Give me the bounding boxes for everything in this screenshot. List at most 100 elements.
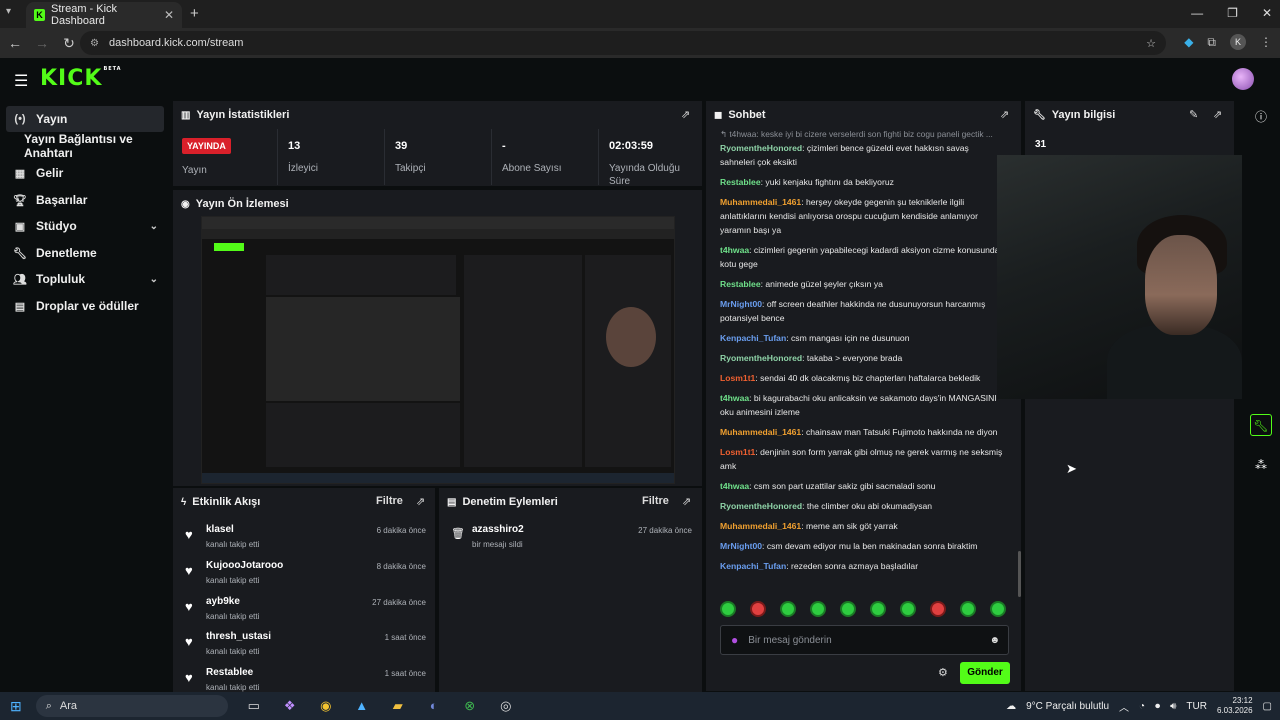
hamburger-menu-icon[interactable]: ☰ (14, 71, 28, 91)
activity-filter-button[interactable]: Filtre (376, 495, 403, 507)
popout-icon[interactable]: ⇗ (416, 495, 425, 508)
popout-icon[interactable]: ⇗ (682, 495, 691, 508)
reload-icon[interactable]: ↻ (57, 35, 81, 52)
bolt-icon: ϟ (181, 496, 187, 508)
chat-message: Muhammedali_1461: herşey okeyde gegenin … (720, 197, 978, 235)
heart-icon: ♥ (185, 563, 193, 578)
emote-icon[interactable] (990, 601, 1006, 617)
search-icon: ⌕ (45, 699, 52, 712)
webcam-person-face (1145, 235, 1217, 335)
sidebar-item-stream-key[interactable]: Yayın Bağlantısı ve Anahtarı (6, 132, 172, 160)
language-indicator[interactable]: TUR (1186, 701, 1207, 712)
sidebar-item-topluluk[interactable]: 👥︎ Topluluk ⌄ (6, 266, 164, 292)
user-avatar[interactable] (1232, 68, 1254, 90)
chat-message: MrNight00: csm devam ediyor mu la ben ma… (720, 541, 978, 551)
emote-icon[interactable] (870, 601, 886, 617)
sidebar-item-gelir[interactable]: ▦ Gelir (6, 160, 164, 186)
profile-avatar[interactable]: K (1230, 34, 1246, 50)
kick-logo[interactable]: KICKBETA (40, 66, 122, 91)
sidebar-item-label: Droplar ve ödüller (36, 299, 139, 313)
volume-icon[interactable]: 🔊︎ (1170, 701, 1176, 712)
heart-icon: ♥ (185, 599, 193, 614)
stat-uptime: 02:03:59 Yayında Olduğu Süre (598, 129, 702, 187)
send-button[interactable]: Gönder (960, 662, 1010, 684)
emote-icon[interactable] (930, 601, 946, 617)
url-input[interactable]: ⚙ dashboard.kick.com/stream ☆ (80, 31, 1166, 55)
chat-panel: ◼ Sohbet ⇗ ↰ t4hwaa: keske iyi bi cizere… (706, 101, 1021, 691)
stream-preview-video[interactable] (201, 216, 675, 484)
popout-icon[interactable]: ⇗ (1213, 108, 1222, 121)
emote-icon[interactable] (720, 601, 736, 617)
discord-icon[interactable]: ◐ (424, 698, 444, 714)
taskbar-apps: ▭ ❖ ◉ ▲ ▰ ◐ ⊗ ◎ (244, 698, 516, 714)
taskbar-search-input[interactable]: ⌕ Ara (35, 695, 228, 717)
info-panel-title: 🔧︎ Yayın bilgisi (1033, 109, 1116, 121)
stat-viewers: 13 İzleyici (277, 129, 384, 185)
reply-icon: ↰ (720, 129, 730, 139)
microphone-icon[interactable]: ● (731, 633, 738, 647)
copilot-icon[interactable]: ❖ (280, 698, 300, 714)
extension-icon[interactable]: ◆ (1184, 35, 1193, 49)
emoji-icon[interactable]: ☻ (989, 635, 1000, 646)
tray-chevron-icon[interactable]: ︿ (1119, 699, 1129, 714)
back-icon[interactable]: ← (3, 35, 27, 51)
share-icon[interactable]: ⁂ (1250, 454, 1272, 476)
taskbar-clock[interactable]: 23:12 6.03.2026 (1217, 696, 1253, 716)
browser-toolbar: ◆ ⧉ K ⋮ (1184, 34, 1272, 50)
mod-tools-icon[interactable]: 🔧︎ (1250, 414, 1272, 436)
task-view-icon[interactable]: ▭ (244, 698, 264, 714)
chat-settings-gear-icon[interactable]: ⚙ (938, 666, 948, 679)
sidebar-item-yayin[interactable]: (•) Yayın (6, 106, 164, 132)
chat-message: t4hwaa: csm son part uzattilar sakiz gib… (720, 481, 936, 491)
system-tray: ☁ 9°C Parçalı bulutlu ︿ ◔ ⏺ 🔊︎ TUR 23:12… (1006, 696, 1272, 716)
extensions-puzzle-icon[interactable]: ⧉ (1207, 35, 1216, 50)
popout-icon[interactable]: ⇗ (681, 108, 690, 121)
xbox-icon[interactable]: ⊗ (460, 698, 480, 714)
sidebar-item-studyo[interactable]: ▣ Stüdyo ⌄ (6, 213, 164, 239)
emote-icon[interactable] (780, 601, 796, 617)
address-bar: ← → ↻ ⚙ dashboard.kick.com/stream ☆ ◆ ⧉ … (0, 28, 1280, 58)
new-tab-icon[interactable]: + (190, 5, 199, 22)
file-explorer-icon[interactable]: ▰ (388, 698, 408, 714)
moderation-filter-button[interactable]: Filtre (642, 495, 669, 507)
close-window-icon[interactable]: ✕ (1262, 6, 1272, 20)
emote-icon[interactable] (750, 601, 766, 617)
minimize-icon[interactable]: — (1191, 6, 1203, 20)
notification-icon[interactable]: ▢ (1263, 701, 1272, 712)
list-item: ♥ klasel kanalı takip etti 6 dakika önce (185, 524, 426, 549)
browser-tab[interactable]: K Stream - Kick Dashboard ✕ (26, 2, 182, 28)
tab-list-icon[interactable]: ▾ (6, 6, 11, 17)
app-icon[interactable]: ▲ (352, 698, 372, 714)
edit-pencil-icon[interactable]: ✎ (1189, 108, 1198, 121)
menu-kebab-icon[interactable]: ⋮ (1260, 35, 1272, 49)
preview-panel-title: ◉ Yayın Ön İzlemesi (181, 198, 289, 210)
heart-icon: ♥ (185, 527, 193, 542)
emote-icon[interactable] (840, 601, 856, 617)
emote-icon[interactable] (960, 601, 976, 617)
sidebar-item-droplar[interactable]: ▤ Droplar ve ödüller (6, 293, 164, 319)
maximize-icon[interactable]: ❐ (1227, 6, 1238, 20)
emote-icon[interactable] (810, 601, 826, 617)
url-text: dashboard.kick.com/stream (108, 37, 244, 49)
network-icon[interactable]: ◔ (1139, 701, 1145, 712)
webcam-overlay (997, 155, 1242, 399)
obs-icon[interactable]: ◎ (496, 698, 516, 714)
close-tab-icon[interactable]: ✕ (164, 8, 174, 22)
chrome-icon[interactable]: ◉ (316, 698, 336, 714)
microphone-tray-icon[interactable]: ⏺ (1155, 701, 1160, 712)
windows-start-icon[interactable]: ⊞ (10, 698, 22, 715)
emote-icon[interactable] (900, 601, 916, 617)
chat-message-input[interactable]: ● Bir mesaj gönderin ☻ (720, 625, 1009, 655)
info-icon[interactable]: ⓘ (1250, 106, 1272, 128)
window-controls: — ❐ ✕ (1191, 6, 1272, 20)
bookmark-star-icon[interactable]: ☆ (1146, 37, 1156, 50)
sidebar-item-basarilar[interactable]: 🏆︎ Başarılar (6, 187, 164, 213)
chat-scrollbar[interactable] (1018, 551, 1021, 597)
sidebar-item-label: Başarılar (36, 193, 88, 207)
site-info-icon[interactable]: ⚙ (90, 38, 99, 49)
forward-icon[interactable]: → (30, 35, 54, 51)
chevron-down-icon: ⌄ (149, 220, 158, 232)
chat-message: RyomentheHonored: takaba > everyone brad… (720, 353, 903, 363)
popout-icon[interactable]: ⇗ (1000, 108, 1009, 121)
sidebar-item-denetleme[interactable]: 🔧︎ Denetleme (6, 240, 164, 266)
